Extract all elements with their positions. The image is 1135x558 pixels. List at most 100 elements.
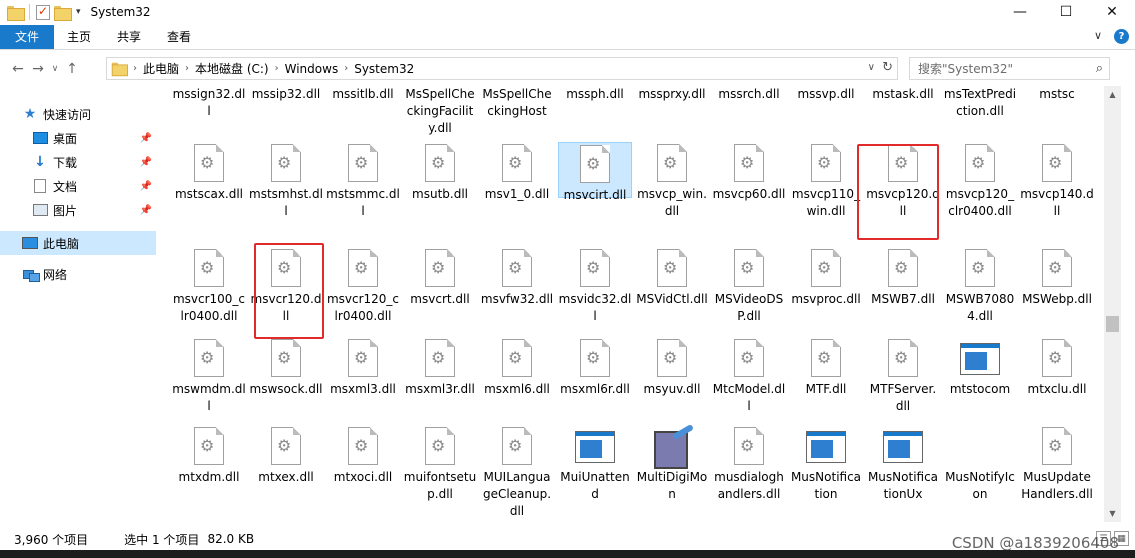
properties-icon[interactable] — [36, 4, 50, 20]
scroll-down-icon[interactable]: ▼ — [1104, 505, 1121, 522]
file-item[interactable]: ⚙ msyuv.dll — [635, 339, 709, 398]
back-button[interactable]: ← — [8, 61, 28, 77]
file-item[interactable]: mssprxy.dll — [635, 86, 709, 103]
refresh-icon[interactable]: ↻ — [882, 60, 893, 75]
close-button[interactable]: ✕ — [1089, 0, 1135, 24]
file-item[interactable]: ⚙ msxml3r.dll — [403, 339, 477, 398]
file-item[interactable]: ⚙ mtxoci.dll — [326, 427, 400, 486]
file-item[interactable]: ⚙ MTFServer.dll — [866, 339, 940, 415]
file-item[interactable]: ⚙ musdialoghandlers.dll — [712, 427, 786, 503]
file-item[interactable]: ⚙ msxml3.dll — [326, 339, 400, 398]
sidebar-item-documents[interactable]: 文档 📌 — [0, 174, 156, 198]
file-item[interactable]: ⚙ msvcp_win.dll — [635, 144, 709, 220]
address-bar[interactable]: › 此电脑 › 本地磁盘 (C:) › Windows › System32 ∨… — [106, 57, 898, 80]
sidebar-item-desktop[interactable]: 桌面 📌 — [0, 126, 156, 150]
sidebar-item-quick-access[interactable]: ★ 快速访问 — [0, 102, 156, 126]
help-icon[interactable]: ? — [1114, 29, 1129, 44]
file-item[interactable]: ⚙ MusUpdateHandlers.dll — [1020, 427, 1094, 503]
file-item[interactable]: mssitlb.dll — [326, 86, 400, 103]
minimize-button[interactable]: — — [997, 0, 1043, 24]
file-item[interactable]: ⚙ msvcr100_clr0400.dll — [172, 249, 246, 325]
file-item[interactable]: MsSpellCheckingHost — [480, 86, 554, 120]
customize-toolbar-icon[interactable]: ▾ — [76, 7, 81, 17]
scroll-up-icon[interactable]: ▲ — [1104, 86, 1121, 103]
file-item[interactable]: ⚙ mtxex.dll — [249, 427, 323, 486]
pin-icon[interactable]: 📌 — [140, 133, 152, 144]
file-item[interactable]: ⚙ MSWB7.dll — [866, 249, 940, 308]
file-item[interactable]: ⚙ mstscax.dll — [172, 144, 246, 203]
file-item[interactable]: mtstocom — [943, 339, 1017, 398]
breadcrumb-windows[interactable]: Windows — [279, 62, 345, 76]
file-item[interactable]: MusNotification — [789, 427, 863, 503]
file-item[interactable]: ⚙ msvcp120_clr0400.dll — [943, 144, 1017, 220]
pin-icon[interactable]: 📌 — [140, 157, 152, 168]
file-item[interactable]: ⚙ msvcrt.dll — [403, 249, 477, 308]
vertical-scrollbar[interactable]: ▲ ▼ — [1104, 86, 1121, 522]
file-item[interactable]: MuiUnattend — [558, 427, 632, 503]
tab-share[interactable]: 共享 — [104, 25, 154, 49]
file-item[interactable]: msTextPrediction.dll — [943, 86, 1017, 120]
file-item[interactable]: mssign32.dll — [172, 86, 246, 120]
breadcrumb-this-pc[interactable]: 此电脑 — [137, 60, 185, 77]
sidebar-item-downloads[interactable]: ↓ 下载 📌 — [0, 150, 156, 174]
file-item[interactable]: ⚙ msvcp110_win.dll — [789, 144, 863, 220]
file-item[interactable]: ⚙ mswmdm.dll — [172, 339, 246, 415]
file-item[interactable]: MultiDigiMon — [635, 427, 709, 503]
file-item[interactable]: ⚙ MtcModel.dll — [712, 339, 786, 415]
file-item[interactable]: ⚙ msvcr120_clr0400.dll — [326, 249, 400, 325]
file-name: msxml6r.dll — [560, 382, 630, 396]
file-item[interactable]: ⚙ msv1_0.dll — [480, 144, 554, 203]
recent-locations-button[interactable]: ∨ — [48, 64, 62, 74]
file-item[interactable]: ⚙ MSVidCtl.dll — [635, 249, 709, 308]
file-item[interactable]: ⚙ MSWB70804.dll — [943, 249, 1017, 325]
file-item[interactable]: ⚙ msvcp140.dll — [1020, 144, 1094, 220]
file-item[interactable]: ⚙ msvidc32.dll — [558, 249, 632, 325]
search-icon[interactable]: ⌕ — [1096, 61, 1103, 76]
file-item[interactable]: MsSpellCheckingFacility.dll — [403, 86, 477, 137]
file-item[interactable]: ⚙ msvcp60.dll — [712, 144, 786, 203]
file-item[interactable]: ⚙ msvproc.dll — [789, 249, 863, 308]
file-item[interactable]: MusNotifyIcon — [943, 427, 1017, 503]
file-item[interactable]: ⚙ mtxdm.dll — [172, 427, 246, 486]
file-item[interactable]: ⚙ MSWebp.dll — [1020, 249, 1094, 308]
tab-view[interactable]: 查看 — [154, 25, 204, 49]
file-item[interactable]: ⚙ mstsmhst.dll — [249, 144, 323, 220]
file-item[interactable]: ⚙ MTF.dll — [789, 339, 863, 398]
file-item[interactable]: MusNotificationUx — [866, 427, 940, 503]
sidebar-item-network[interactable]: 网络 — [0, 262, 156, 286]
file-item[interactable]: mstsc — [1020, 86, 1094, 103]
pin-icon[interactable]: 📌 — [140, 205, 152, 216]
file-item[interactable]: ⚙ MSVideoDSP.dll — [712, 249, 786, 325]
file-item[interactable]: ⚙ mstsmmc.dll — [326, 144, 400, 220]
breadcrumb-local-disk[interactable]: 本地磁盘 (C:) — [189, 60, 275, 77]
up-button[interactable]: ↑ — [62, 61, 82, 77]
expand-ribbon-icon[interactable]: ∨ — [1094, 29, 1102, 42]
maximize-button[interactable]: ☐ — [1043, 0, 1089, 24]
file-item[interactable]: mssvp.dll — [789, 86, 863, 103]
file-item[interactable]: ⚙ MUILanguageCleanup.dll — [480, 427, 554, 520]
tab-file[interactable]: 文件 — [0, 24, 54, 49]
file-item[interactable]: ⚙ msutb.dll — [403, 144, 477, 203]
forward-button[interactable]: → — [28, 61, 48, 77]
sidebar-item-this-pc[interactable]: 此电脑 — [0, 231, 156, 255]
file-item[interactable]: mssip32.dll — [249, 86, 323, 103]
scrollbar-thumb[interactable] — [1106, 316, 1119, 332]
new-folder-icon[interactable] — [54, 5, 72, 21]
file-item[interactable]: mssph.dll — [558, 86, 632, 103]
tab-home[interactable]: 主页 — [54, 25, 104, 49]
sidebar-item-pictures[interactable]: 图片 📌 — [0, 198, 156, 222]
file-item[interactable]: ⚙ mswsock.dll — [249, 339, 323, 398]
file-item[interactable]: ⚙ msxml6.dll — [480, 339, 554, 398]
file-item[interactable]: ⚙ muifontsetup.dll — [403, 427, 477, 503]
file-item-selected[interactable]: ⚙ msvcirt.dll — [558, 142, 632, 202]
search-input[interactable]: 搜索"System32" ⌕ — [909, 57, 1110, 80]
file-name: MTFServer.dll — [869, 382, 937, 413]
breadcrumb-system32[interactable]: System32 — [348, 62, 420, 76]
file-item[interactable]: ⚙ msvfw32.dll — [480, 249, 554, 308]
file-item[interactable]: ⚙ mtxclu.dll — [1020, 339, 1094, 398]
file-item[interactable]: mstask.dll — [866, 86, 940, 103]
file-item[interactable]: mssrch.dll — [712, 86, 786, 103]
address-dropdown-icon[interactable]: ∨ — [868, 62, 875, 73]
pin-icon[interactable]: 📌 — [140, 181, 152, 192]
file-item[interactable]: ⚙ msxml6r.dll — [558, 339, 632, 398]
